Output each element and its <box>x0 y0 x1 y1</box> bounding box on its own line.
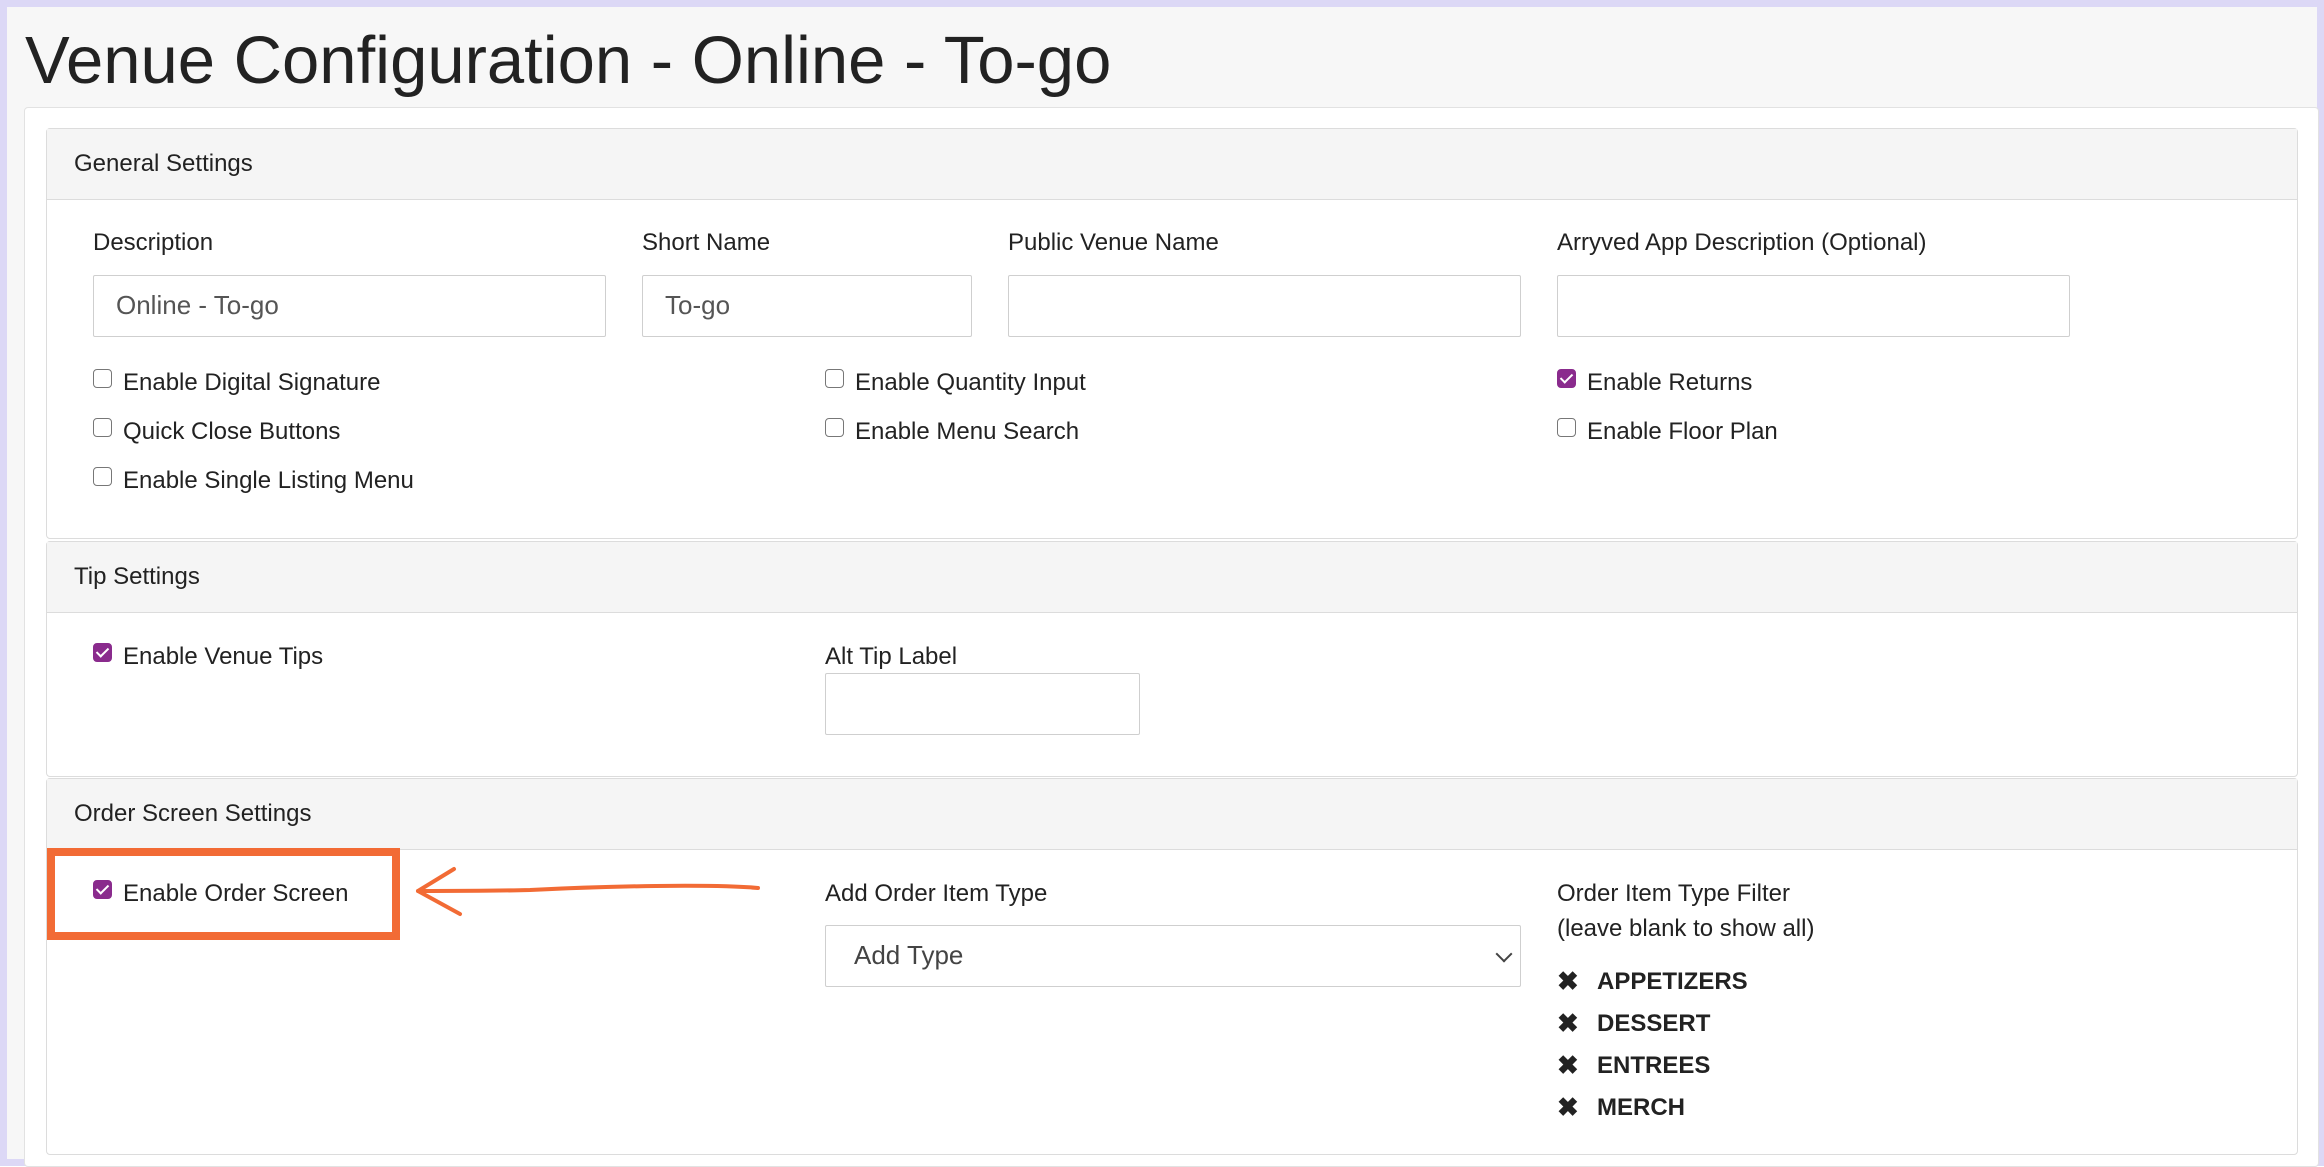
filter-tag: ✖ ENTREES <box>1557 1052 1710 1080</box>
public-venue-name-input[interactable] <box>1008 275 1521 337</box>
floor-plan-label: Enable Floor Plan <box>1587 418 1778 445</box>
add-order-item-type-label: Add Order Item Type <box>825 880 1048 907</box>
returns-checkbox[interactable] <box>1557 369 1576 388</box>
filter-tag-label: MERCH <box>1597 1094 1685 1121</box>
general-settings-panel: General Settings Description Online - To… <box>46 128 2298 539</box>
public-venue-name-label: Public Venue Name <box>1008 229 1219 256</box>
order-item-type-filter-label: Order Item Type Filter <box>1557 880 1790 907</box>
digital-signature-label: Enable Digital Signature <box>123 369 381 396</box>
single-listing-label: Enable Single Listing Menu <box>123 467 414 494</box>
close-x-icon[interactable]: ✖ <box>1557 1010 1579 1036</box>
digital-signature-checkbox[interactable] <box>93 369 112 388</box>
add-order-item-type-select[interactable]: Add Type <box>825 925 1521 987</box>
page-title: Venue Configuration - Online - To-go <box>25 23 1112 98</box>
filter-tag-label: DESSERT <box>1597 1010 1711 1037</box>
general-settings-heading: General Settings <box>47 129 2297 200</box>
app-description-input[interactable] <box>1557 275 2070 337</box>
short-name-label: Short Name <box>642 229 771 256</box>
close-x-icon[interactable]: ✖ <box>1557 968 1579 994</box>
filter-tag: ✖ MERCH <box>1557 1094 1685 1122</box>
filter-tag: ✖ APPETIZERS <box>1557 968 1748 996</box>
filter-tag-label: APPETIZERS <box>1597 968 1748 995</box>
alt-tip-label-label: Alt Tip Label <box>825 643 958 670</box>
filter-tag: ✖ DESSERT <box>1557 1010 1710 1038</box>
description-label: Description <box>93 229 214 256</box>
app-description-label: Arryved App Description (Optional) <box>1557 229 1927 256</box>
add-order-item-type-value: Add Type <box>854 940 964 970</box>
filter-tag-label: ENTREES <box>1597 1052 1711 1079</box>
annotation-highlight-box <box>47 848 400 940</box>
menu-search-label: Enable Menu Search <box>855 418 1080 445</box>
order-screen-settings-heading: Order Screen Settings <box>47 779 2297 850</box>
tip-settings-panel: Tip Settings Enable Venue Tips Alt Tip L… <box>46 541 2298 777</box>
short-name-input[interactable]: To-go <box>642 275 972 337</box>
arrow-left-icon <box>416 867 760 916</box>
returns-label: Enable Returns <box>1587 369 1753 396</box>
order-item-type-filter-hint: (leave blank to show all) <box>1557 915 1815 942</box>
close-x-icon[interactable]: ✖ <box>1557 1094 1579 1120</box>
quantity-input-checkbox[interactable] <box>825 369 844 388</box>
quick-close-checkbox[interactable] <box>93 418 112 437</box>
venue-tips-label: Enable Venue Tips <box>123 643 324 670</box>
menu-search-checkbox[interactable] <box>825 418 844 437</box>
single-listing-checkbox[interactable] <box>93 467 112 486</box>
quantity-input-label: Enable Quantity Input <box>855 369 1086 396</box>
order-screen-settings-panel: Order Screen Settings Enable Order Scree… <box>46 778 2298 1155</box>
tip-settings-heading: Tip Settings <box>47 542 2297 613</box>
close-x-icon[interactable]: ✖ <box>1557 1052 1579 1078</box>
chevron-down-icon <box>1495 945 1513 963</box>
venue-tips-checkbox[interactable] <box>93 643 112 662</box>
alt-tip-label-input[interactable] <box>825 673 1140 735</box>
floor-plan-checkbox[interactable] <box>1557 418 1576 437</box>
description-input[interactable]: Online - To-go <box>93 275 606 337</box>
quick-close-label: Quick Close Buttons <box>123 418 341 445</box>
